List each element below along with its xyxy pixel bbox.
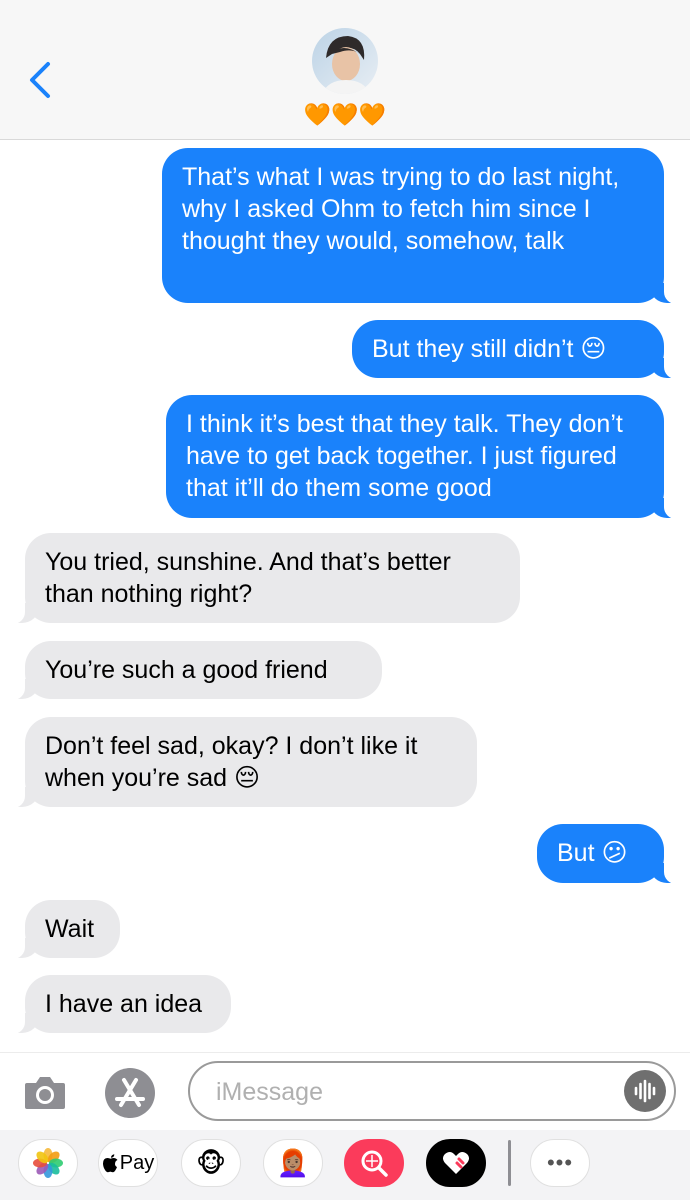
memoji-stickers-button[interactable]: 👩🏽‍🦰 bbox=[263, 1139, 323, 1187]
message-bubble-received[interactable]: Wait bbox=[0, 900, 120, 959]
message-thread: That’s what I was trying to do last nigh… bbox=[0, 140, 690, 1052]
waveform-icon bbox=[634, 1079, 656, 1103]
back-button[interactable] bbox=[24, 58, 64, 102]
compose-bar: iMessage bbox=[0, 1052, 690, 1131]
message-bubble-sent[interactable]: But they still didn’t 😔 bbox=[352, 320, 690, 379]
images-search-icon bbox=[361, 1150, 388, 1177]
memoji-icon: 👩🏽‍🦰 bbox=[276, 1147, 310, 1178]
imessage-input[interactable]: iMessage bbox=[188, 1061, 676, 1121]
photos-icon bbox=[33, 1148, 63, 1178]
message-bubble-sent[interactable]: But 😕 bbox=[537, 824, 690, 884]
more-apps-button[interactable]: ••• bbox=[530, 1139, 590, 1187]
app-store-icon bbox=[105, 1068, 155, 1118]
monkey-icon: 🐵 bbox=[195, 1147, 227, 1178]
app-drawer: Pay 🐵 👩🏽‍🦰 ••• bbox=[0, 1130, 690, 1200]
app-store-button[interactable] bbox=[104, 1067, 156, 1119]
apple-pay-button[interactable]: Pay bbox=[98, 1139, 158, 1187]
apple-logo-icon bbox=[102, 1153, 118, 1172]
more-icon: ••• bbox=[546, 1150, 574, 1175]
contact-avatar[interactable] bbox=[312, 28, 378, 94]
apple-pay-label: Pay bbox=[119, 1151, 155, 1174]
chevron-left-icon bbox=[30, 62, 50, 98]
camera-icon bbox=[25, 1077, 65, 1109]
conversation-header: 🧡🧡🧡 bbox=[0, 0, 690, 140]
photos-app-button[interactable] bbox=[18, 1139, 78, 1187]
message-bubble-received[interactable]: You’re such a good friend bbox=[0, 641, 382, 700]
camera-button[interactable] bbox=[23, 1073, 67, 1111]
digital-touch-button[interactable] bbox=[426, 1139, 486, 1187]
contact-name[interactable]: 🧡🧡🧡 bbox=[0, 100, 690, 130]
animoji-button[interactable]: 🐵 bbox=[181, 1139, 241, 1187]
imessage-placeholder: iMessage bbox=[216, 1078, 323, 1106]
message-bubble-received[interactable]: You tried, sunshine. And that’s better t… bbox=[0, 533, 520, 624]
message-bubble-sent[interactable]: I think it’s best that they talk. They d… bbox=[166, 395, 690, 519]
message-bubble-sent[interactable]: That’s what I was trying to do last nigh… bbox=[162, 148, 690, 304]
message-bubble-received[interactable]: I have an idea bbox=[0, 975, 231, 1034]
audio-message-button[interactable] bbox=[624, 1070, 666, 1112]
message-bubble-received[interactable]: Don’t feel sad, okay? I don’t like it wh… bbox=[0, 717, 477, 808]
app-drawer-divider bbox=[508, 1140, 511, 1186]
digital-touch-icon bbox=[443, 1152, 469, 1174]
image-search-button[interactable] bbox=[344, 1139, 404, 1187]
